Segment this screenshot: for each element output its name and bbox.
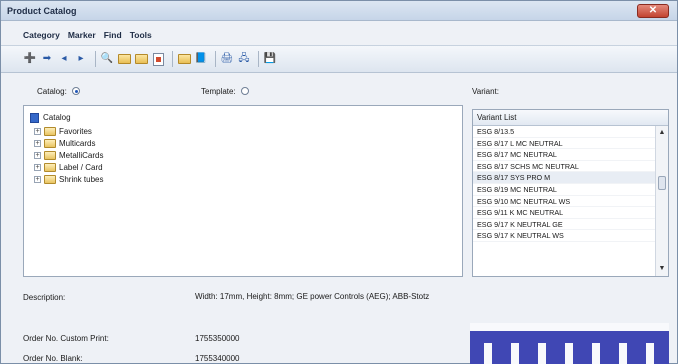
folder-icon	[44, 151, 56, 160]
new-record-icon[interactable]: ➕	[23, 52, 37, 66]
menu-marker[interactable]: Marker	[68, 28, 96, 42]
tree-item-favorites[interactable]: + Favorites	[34, 126, 92, 137]
catalog-book-icon	[30, 112, 39, 123]
title-bar[interactable]: Product Catalog ✕	[1, 1, 677, 21]
folder-icon[interactable]	[177, 52, 191, 66]
description-label: Description:	[23, 293, 66, 302]
variant-list-header: Variant List	[473, 110, 668, 126]
template-radio[interactable]	[240, 87, 249, 95]
menu-find[interactable]: Find	[104, 28, 122, 42]
order-blank-label: Order No. Blank:	[23, 354, 83, 363]
print-preview-icon[interactable]	[151, 52, 165, 66]
template-label: Template:	[201, 87, 236, 96]
variant-scrollbar[interactable]: ▲ ▼	[655, 126, 668, 276]
toolbar-separator	[215, 51, 216, 67]
variant-list[interactable]: ESG 8/13.5 ESG 8/17 L MC NEUTRAL ESG 8/1…	[473, 126, 655, 276]
window-title: Product Catalog	[7, 6, 77, 16]
variant-item[interactable]: ESG 8/19 MC NEUTRAL	[473, 184, 655, 196]
tree-item-label-card[interactable]: + Label / Card	[34, 162, 103, 173]
scroll-thumb[interactable]	[658, 176, 666, 190]
tree-item-label: Favorites	[59, 127, 92, 136]
menu-tools[interactable]: Tools	[130, 28, 152, 42]
catalog-radio[interactable]	[72, 87, 81, 95]
variant-item[interactable]: ESG 8/17 L MC NEUTRAL	[473, 138, 655, 150]
product-catalog-window: Product Catalog ✕ Category Marker Find T…	[0, 0, 678, 364]
variant-item[interactable]: ESG 8/17 SCHS MC NEUTRAL	[473, 161, 655, 173]
toolbar-separator	[172, 51, 173, 67]
menu-bar: Category Marker Find Tools	[1, 28, 677, 42]
catalog-book-icon[interactable]: 📘	[194, 52, 208, 66]
toolbar-separator	[95, 51, 96, 67]
print-icon[interactable]: 🖨	[220, 52, 234, 66]
tree-item-label: MetalliCards	[59, 151, 104, 160]
expand-icon[interactable]: +	[34, 176, 41, 183]
expand-icon[interactable]: +	[34, 152, 41, 159]
variant-item[interactable]: ESG 8/13.5	[473, 126, 655, 138]
template-radio-group[interactable]: Template:	[201, 87, 249, 96]
folder-icon	[44, 127, 56, 136]
variant-item[interactable]: ESG 9/10 MC NEUTRAL WS	[473, 196, 655, 208]
variant-list-panel: Variant List ESG 8/13.5 ESG 8/17 L MC NE…	[472, 109, 669, 277]
description-value: Width: 17mm, Height: 8mm; GE power Contr…	[195, 292, 430, 301]
toolbar: ➕ ➡ ◂ ▸ 🔍 📘 🖨 🖧 💾	[1, 45, 677, 73]
find-icon[interactable]: 🔍	[100, 52, 114, 66]
order-custom-print-label: Order No. Custom Print:	[23, 334, 109, 343]
folder-icon	[44, 175, 56, 184]
variant-item[interactable]: ESG 8/17 MC NEUTRAL	[473, 149, 655, 161]
product-preview-image	[470, 323, 669, 364]
open-folder-2-icon[interactable]	[134, 52, 148, 66]
variant-item-selected[interactable]: ESG 8/17 SYS PRO M	[473, 172, 655, 184]
tree-item-shrink-tubes[interactable]: + Shrink tubes	[34, 174, 103, 185]
expand-icon[interactable]: +	[34, 128, 41, 135]
folder-icon	[44, 163, 56, 172]
variant-item[interactable]: ESG 9/17 K NEUTRAL WS	[473, 230, 655, 242]
toolbar-separator	[258, 51, 259, 67]
forward-icon[interactable]: ▸	[74, 52, 88, 66]
tree-root[interactable]: Catalog	[30, 112, 71, 123]
order-blank-value: 1755340000	[195, 354, 240, 363]
marker-strip-image	[470, 323, 669, 364]
scroll-down-icon[interactable]: ▼	[656, 264, 668, 274]
variant-label: Variant:	[472, 87, 499, 96]
expand-icon[interactable]: +	[34, 140, 41, 147]
order-custom-print-value: 1755350000	[195, 334, 240, 343]
variant-item[interactable]: ESG 9/11 K MC NEUTRAL	[473, 207, 655, 219]
network-icon[interactable]: 🖧	[237, 52, 251, 66]
scroll-up-icon[interactable]: ▲	[656, 128, 668, 138]
variant-item[interactable]: ESG 9/17 K NEUTRAL GE	[473, 219, 655, 231]
menu-category[interactable]: Category	[23, 28, 60, 42]
open-folder-icon[interactable]	[117, 52, 131, 66]
close-button[interactable]: ✕	[637, 4, 669, 18]
catalog-tree[interactable]: Catalog + Favorites + Multicards + Metal…	[23, 105, 463, 277]
tree-root-label: Catalog	[43, 113, 71, 122]
tree-item-label: Multicards	[59, 139, 96, 148]
expand-icon[interactable]: +	[34, 164, 41, 171]
move-icon[interactable]: ➡	[40, 52, 54, 66]
folder-icon	[44, 139, 56, 148]
tree-item-metallicards[interactable]: + MetalliCards	[34, 150, 103, 161]
catalog-label: Catalog:	[37, 87, 67, 96]
tree-item-label: Shrink tubes	[59, 175, 104, 184]
save-icon[interactable]: 💾	[263, 52, 277, 66]
tree-item-multicards[interactable]: + Multicards	[34, 138, 95, 149]
catalog-radio-group[interactable]: Catalog:	[37, 87, 81, 96]
back-icon[interactable]: ◂	[57, 52, 71, 66]
tree-item-label: Label / Card	[59, 163, 103, 172]
